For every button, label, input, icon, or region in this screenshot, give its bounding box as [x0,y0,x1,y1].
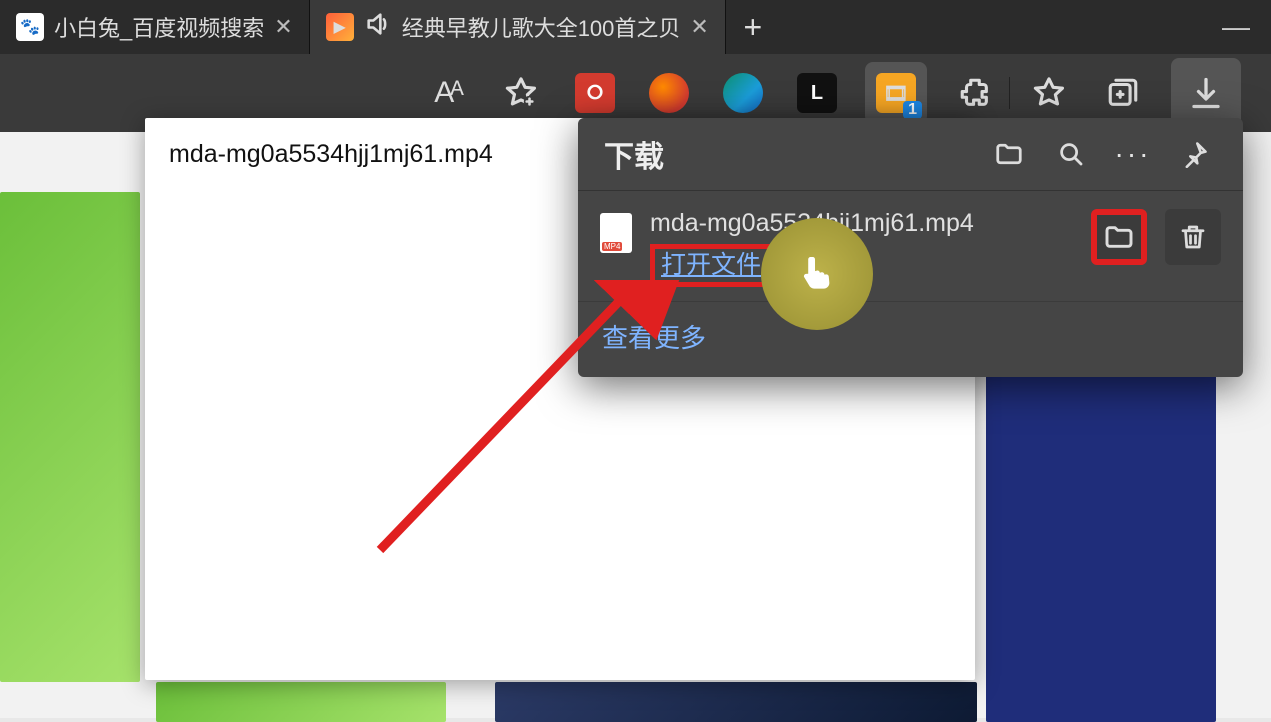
download-actions [1091,209,1221,265]
new-tab-button[interactable]: + [726,0,780,54]
video-thumbnail[interactable] [495,682,977,722]
more-options-icon[interactable]: ··· [1111,132,1155,176]
add-favorite-button[interactable] [495,67,547,119]
extension-video-catcher[interactable]: 🎞1 [865,62,927,124]
baidu-paw-icon: 🐾 [16,13,44,41]
badge-count: 1 [903,101,922,119]
open-downloads-folder-icon[interactable] [987,132,1031,176]
extension-convert-icon[interactable] [643,67,695,119]
download-filename: mda-mg0a5534hjj1mj61.mp4 [650,209,1091,238]
downloads-panel: 下载 ··· mda-mg0a5534hjj1mj61.mp4 打开文件 查看更… [578,118,1243,377]
favorites-button[interactable] [1023,67,1075,119]
tab-title: 小白兔_百度视频搜索 [54,11,264,43]
download-item[interactable]: mda-mg0a5534hjj1mj61.mp4 打开文件 [578,191,1243,302]
tab-active-video-page[interactable]: ▶ 经典早教儿歌大全100首之贝 ✕ [310,0,726,54]
collections-button[interactable] [1097,67,1149,119]
downloads-title: 下载 [604,132,969,176]
close-icon[interactable]: ✕ [690,14,708,40]
video-app-icon: ▶ [326,13,354,41]
video-thumbnail[interactable] [0,192,140,682]
downloads-header: 下载 ··· [578,118,1243,191]
mute-icon[interactable] [364,10,392,44]
extension-l-icon[interactable]: L [791,67,843,119]
tooltip-filename-text: mda-mg0a5534hjj1mj61.mp4 [169,140,493,168]
search-downloads-icon[interactable] [1049,132,1093,176]
show-in-folder-button[interactable] [1091,209,1147,265]
extensions-button[interactable] [949,67,1001,119]
tab-title: 经典早教儿歌大全100首之贝 [402,11,681,43]
minimize-button[interactable]: — [1201,0,1271,54]
read-aloud-button[interactable]: Aᴬ [421,67,473,119]
video-thumbnail[interactable] [986,364,1216,722]
extension-downloader-red[interactable]: ⭘ [569,67,621,119]
open-file-link[interactable]: 打开文件 [650,244,772,287]
tab-strip: 🐾 小白兔_百度视频搜索 ✕ ▶ 经典早教儿歌大全100首之贝 ✕ + — [0,0,1271,54]
extension-edge-icon[interactable] [717,67,769,119]
see-more-link[interactable]: 查看更多 [578,302,1243,377]
delete-download-button[interactable] [1165,209,1221,265]
download-meta: mda-mg0a5534hjj1mj61.mp4 打开文件 [650,209,1091,287]
video-thumbnail[interactable] [156,682,446,722]
tab-baidu-video[interactable]: 🐾 小白兔_百度视频搜索 ✕ [0,0,310,54]
file-type-icon [600,213,632,253]
close-icon[interactable]: ✕ [274,14,292,40]
pin-icon[interactable] [1173,132,1217,176]
